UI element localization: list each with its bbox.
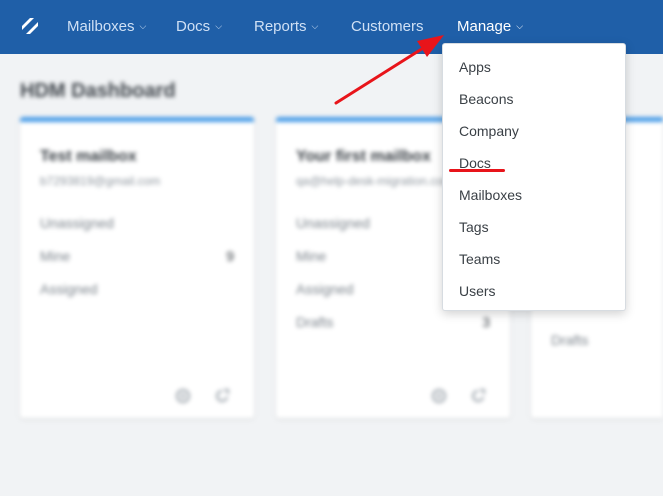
chevron-down-icon: ⌵ (215, 21, 223, 31)
nav-mailboxes-label: Mailboxes (67, 18, 135, 35)
mailbox-card-email: b7293819@gmail.com (40, 174, 161, 188)
nav-manage-label: Manage (457, 18, 512, 35)
mailbox-card-email: qa@help-desk-migration.com (296, 174, 453, 188)
stat-label[interactable]: Assigned (296, 281, 354, 297)
new-conversation-icon[interactable] (214, 388, 230, 404)
nav-reports-label: Reports (254, 18, 307, 35)
nav-docs-label: Docs (176, 18, 211, 35)
highlight-underline (449, 169, 505, 172)
stat-label[interactable]: Assigned (40, 281, 98, 297)
new-conversation-icon[interactable] (470, 388, 486, 404)
chevron-down-icon: ⌵ (139, 21, 147, 31)
stat-label[interactable]: Drafts (296, 314, 333, 330)
stat-count: 9 (226, 248, 234, 264)
stat-count: 3 (482, 314, 490, 330)
mailbox-card-title: Your first mailbox (296, 148, 431, 165)
helpscout-logo-icon[interactable] (19, 15, 41, 37)
menu-item-tags[interactable]: Tags (459, 219, 489, 235)
manage-dropdown-menu: Apps Beacons Company Docs Mailboxes Tags… (442, 43, 626, 311)
stat-label[interactable]: Unassigned (40, 215, 114, 231)
mailbox-card[interactable]: Test mailbox b7293819@gmail.com Unassign… (20, 117, 254, 418)
nav-manage[interactable]: Manage ⌵ (457, 18, 523, 35)
stat-label[interactable]: Mine (296, 248, 326, 264)
nav-customers-label: Customers (351, 18, 424, 35)
menu-item-users[interactable]: Users (459, 283, 496, 299)
menu-item-mailboxes[interactable]: Mailboxes (459, 187, 522, 203)
chevron-down-icon: ⌵ (516, 21, 524, 31)
menu-item-company[interactable]: Company (459, 123, 519, 139)
nav-docs[interactable]: Docs ⌵ (176, 18, 222, 35)
nav-customers[interactable]: Customers (351, 18, 424, 35)
stat-label[interactable]: Mine (40, 248, 70, 264)
stat-label[interactable]: Drafts (551, 332, 588, 348)
nav-reports[interactable]: Reports ⌵ (254, 18, 318, 35)
stat-label[interactable]: Unassigned (296, 215, 370, 231)
settings-icon[interactable] (431, 388, 447, 404)
menu-item-teams[interactable]: Teams (459, 251, 500, 267)
menu-item-beacons[interactable]: Beacons (459, 91, 513, 107)
menu-item-apps[interactable]: Apps (459, 59, 491, 75)
chevron-down-icon: ⌵ (311, 21, 319, 31)
settings-icon[interactable] (175, 388, 191, 404)
page-title: HDM Dashboard (20, 80, 176, 102)
nav-mailboxes[interactable]: Mailboxes ⌵ (67, 18, 146, 35)
mailbox-card-title: Test mailbox (40, 148, 137, 165)
